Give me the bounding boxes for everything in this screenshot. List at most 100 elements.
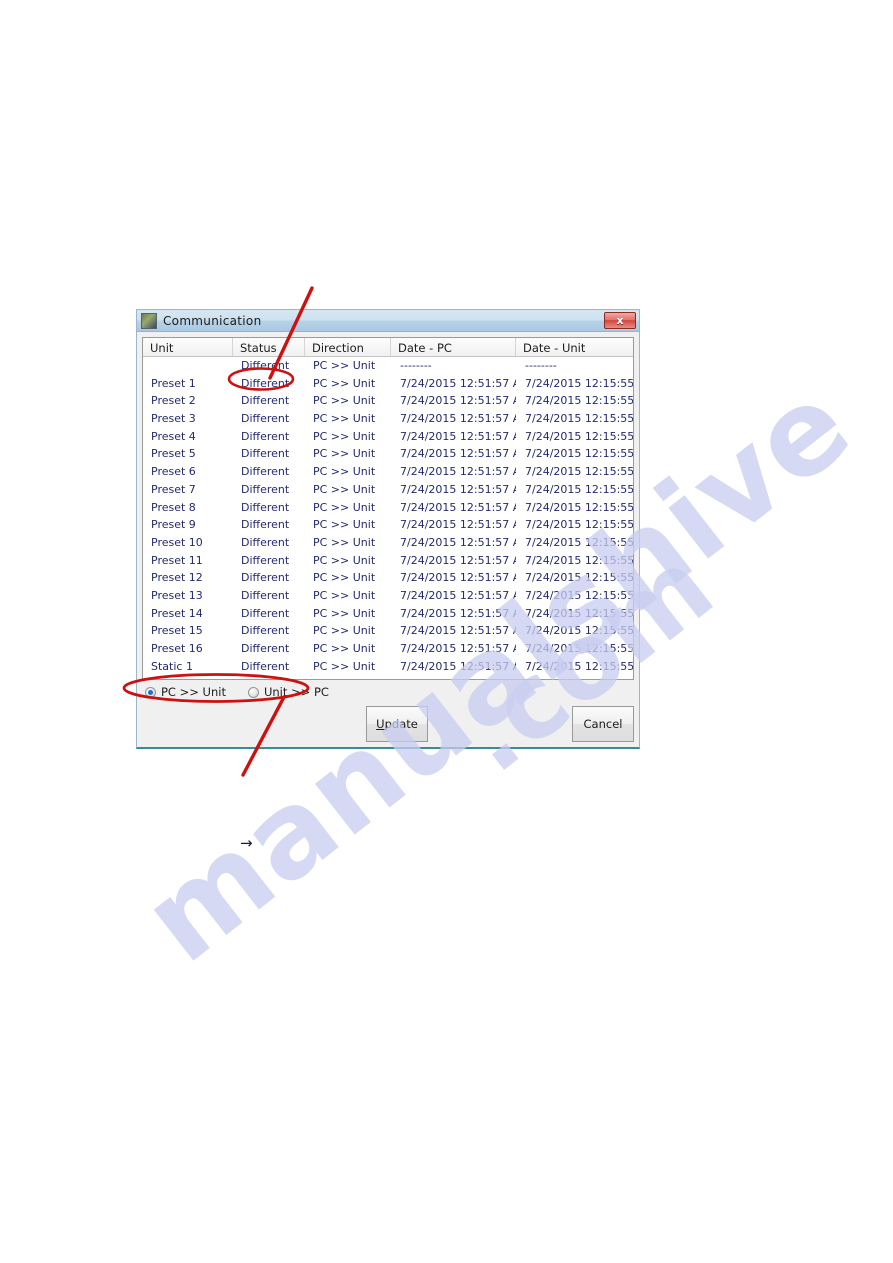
cell-status: Different bbox=[241, 394, 290, 408]
cell-direction: PC >> Unit bbox=[313, 571, 376, 585]
cell-unit: Preset 1 bbox=[151, 376, 196, 390]
cell-status: Different bbox=[241, 518, 290, 532]
cell-unit: Preset 11 bbox=[151, 553, 203, 567]
cell-date-pc: -------- bbox=[400, 359, 432, 372]
cell-direction: PC >> Unit bbox=[313, 588, 376, 602]
cell-status: Different bbox=[241, 642, 290, 655]
cell-unit bbox=[143, 357, 233, 375]
table-row[interactable]: Preset 12 Different PC >> Unit 7/24/2015 12… bbox=[143, 569, 633, 587]
cell-unit: Static 1 bbox=[151, 659, 193, 673]
cell-direction: PC >> Unit bbox=[313, 518, 376, 532]
cell-unit: Preset 2 bbox=[151, 394, 196, 408]
cell-date-unit: 7/24/2015 12:15:55 AM bbox=[525, 394, 633, 408]
cell-date-unit: 7/24/2015 12:15:55 AM bbox=[525, 465, 633, 479]
cell-status: Different bbox=[241, 412, 290, 426]
cell-status: Different bbox=[241, 482, 290, 496]
table-row[interactable]: Static 1 Different PC >> Unit 7/24/2015 12:… bbox=[143, 658, 633, 676]
cell-direction: PC >> Unit bbox=[313, 359, 376, 372]
cell-date-unit: 7/24/2015 12:15:55 AM bbox=[525, 518, 633, 532]
cell-date-unit: 7/24/2015 12:15:55 AM bbox=[525, 429, 633, 443]
radio-option-pc-to-unit[interactable]: PC >> Unit bbox=[145, 685, 226, 699]
cell-date-unit: 7/24/2015 12:15:55 AM bbox=[525, 642, 633, 655]
cell-status: Different bbox=[241, 500, 290, 514]
cell-unit: Preset 7 bbox=[151, 482, 196, 496]
cell-direction: PC >> Unit bbox=[313, 412, 376, 426]
cell-direction: PC >> Unit bbox=[313, 606, 376, 620]
table-row[interactable]: Preset 5 Different PC >> Unit 7/24/2015 12:… bbox=[143, 445, 633, 463]
column-header-direction[interactable]: Direction bbox=[305, 338, 391, 356]
table-row[interactable]: Preset 10 Different PC >> Unit 7/24/2015 12… bbox=[143, 534, 633, 552]
cell-unit: Preset 5 bbox=[151, 447, 196, 461]
cell-date-unit: 7/24/2015 12:15:55 AM bbox=[525, 606, 633, 620]
cell-status: Different bbox=[241, 376, 290, 390]
app-icon bbox=[141, 312, 157, 329]
listview-header-row: Unit Status Direction Date - PC Date - U… bbox=[143, 338, 633, 357]
table-row[interactable]: Preset 8 Different PC >> Unit 7/24/2015 12:… bbox=[143, 499, 633, 517]
cell-status: Different bbox=[241, 606, 290, 620]
table-row[interactable]: Preset 13 Different PC >> Unit 7/24/2015 12… bbox=[143, 587, 633, 605]
table-row[interactable]: Preset 16 Different PC >> Unit 7/24/2015 12… bbox=[143, 640, 633, 658]
cell-status: Different bbox=[241, 624, 290, 638]
cell-direction: PC >> Unit bbox=[313, 553, 376, 567]
table-row[interactable]: Different PC >> Unit -------- -------- bbox=[143, 357, 633, 375]
cell-unit: Preset 14 bbox=[151, 606, 203, 620]
cell-status: Different bbox=[241, 447, 290, 461]
cell-date-pc: 7/24/2015 12:51:57 AM bbox=[400, 394, 516, 408]
cell-date-unit: 7/24/2015 12:15:55 AM bbox=[525, 412, 633, 426]
table-row[interactable]: Preset 15 Different PC >> Unit 7/24/2015 12… bbox=[143, 622, 633, 640]
cell-date-pc: 7/24/2015 12:51:57 AM bbox=[400, 429, 516, 443]
direction-radio-group: PC >> Unit Unit >> PC bbox=[145, 685, 329, 699]
table-row[interactable]: Preset 2 Different PC >> Unit 7/24/2015 12:… bbox=[143, 392, 633, 410]
cell-status: Different bbox=[241, 659, 290, 673]
update-button[interactable]: Update bbox=[366, 706, 428, 742]
cell-date-unit: 7/24/2015 12:15:55 AM bbox=[525, 447, 633, 461]
radio-option-unit-to-pc[interactable]: Unit >> PC bbox=[247, 685, 329, 699]
column-header-unit[interactable]: Unit bbox=[143, 338, 233, 356]
radio-dot-icon-pc-to-unit[interactable] bbox=[145, 686, 156, 698]
table-row[interactable]: Preset 11 Different PC >> Unit 7/24/2015 12… bbox=[143, 552, 633, 570]
cell-date-pc: 7/24/2015 12:51:57 AM bbox=[400, 535, 516, 549]
cell-status: Different bbox=[241, 359, 290, 372]
cell-unit: Preset 13 bbox=[151, 588, 203, 602]
table-row[interactable]: Preset 7 Different PC >> Unit 7/24/2015 12:… bbox=[143, 481, 633, 499]
communication-dialog: Communication x Unit Status Direction Da… bbox=[136, 309, 640, 749]
table-row[interactable]: Preset 3 Different PC >> Unit 7/24/2015 12:… bbox=[143, 410, 633, 428]
column-header-date-unit[interactable]: Date - Unit bbox=[516, 338, 633, 356]
cell-direction: PC >> Unit bbox=[313, 394, 376, 408]
cell-unit: Preset 12 bbox=[151, 571, 203, 585]
column-header-date-pc[interactable]: Date - PC bbox=[391, 338, 516, 356]
cell-unit: Preset 8 bbox=[151, 500, 196, 514]
table-row[interactable]: Preset 1 Different PC >> Unit 7/24/2015 12:… bbox=[143, 375, 633, 393]
cell-direction: PC >> Unit bbox=[313, 624, 376, 638]
cell-date-pc: 7/24/2015 12:51:57 AM bbox=[400, 659, 516, 673]
cell-direction: PC >> Unit bbox=[313, 500, 376, 514]
cell-date-pc: 7/24/2015 12:51:57 AM bbox=[400, 518, 516, 532]
update-button-accelerator: U bbox=[376, 717, 385, 731]
cell-unit: Preset 15 bbox=[151, 624, 203, 638]
cell-direction: PC >> Unit bbox=[313, 659, 376, 673]
dialog-titlebar[interactable]: Communication x bbox=[137, 310, 639, 332]
cell-status: Different bbox=[241, 465, 290, 479]
cell-date-pc: 7/24/2015 12:51:57 AM bbox=[400, 553, 516, 567]
cancel-button[interactable]: Cancel bbox=[572, 706, 634, 742]
cell-unit: Preset 3 bbox=[151, 412, 196, 426]
cell-date-unit: 7/24/2015 12:15:55 AM bbox=[525, 376, 633, 390]
cell-date-pc: 7/24/2015 12:51:57 AM bbox=[400, 465, 516, 479]
cell-date-pc: 7/24/2015 12:51:57 AM bbox=[400, 376, 516, 390]
cell-date-pc: 7/24/2015 12:51:57 AM bbox=[400, 624, 516, 638]
table-row[interactable]: Preset 9 Different PC >> Unit 7/24/2015 12:… bbox=[143, 516, 633, 534]
cell-direction: PC >> Unit bbox=[313, 482, 376, 496]
cell-status: Different bbox=[241, 429, 290, 443]
radio-dot-icon-unit-to-pc[interactable] bbox=[247, 686, 259, 698]
cell-date-unit: 7/24/2015 12:15:55 AM bbox=[525, 535, 633, 549]
cell-date-unit: 7/24/2015 12:15:55 AM bbox=[525, 588, 633, 602]
table-row[interactable]: Preset 14 Different PC >> Unit 7/24/2015 12… bbox=[143, 605, 633, 623]
table-row[interactable]: Preset 4 Different PC >> Unit 7/24/2015 12:… bbox=[143, 428, 633, 446]
listview-body: Different PC >> Unit -------- -------- Prese… bbox=[143, 357, 633, 675]
cell-direction: PC >> Unit bbox=[313, 535, 376, 549]
table-row[interactable]: Preset 6 Different PC >> Unit 7/24/2015 12:… bbox=[143, 463, 633, 481]
cell-status: Different bbox=[241, 535, 290, 549]
communication-listview[interactable]: Unit Status Direction Date - PC Date - U… bbox=[142, 337, 634, 680]
column-header-status[interactable]: Status bbox=[233, 338, 305, 356]
close-icon[interactable]: x bbox=[604, 312, 636, 329]
